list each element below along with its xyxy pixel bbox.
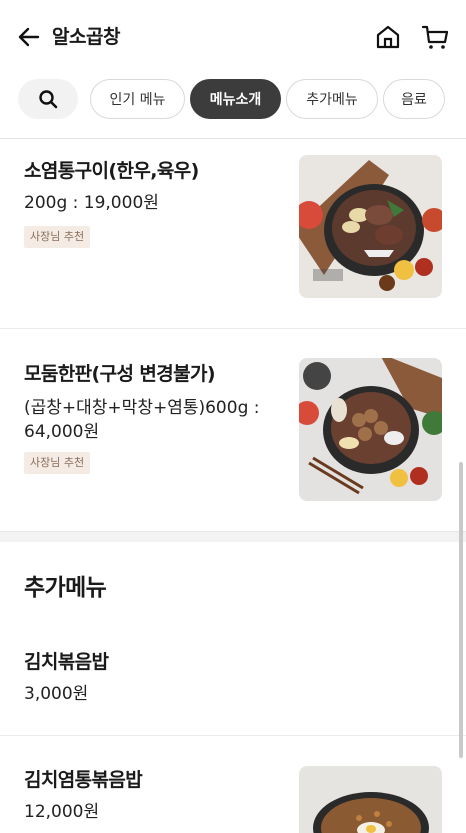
menu-item-name: 모둠한판(구성 변경불가) (24, 363, 216, 385)
app-header: 알소곱창 (0, 0, 466, 76)
chip-label: 메뉴소개 (209, 92, 262, 108)
menu-item[interactable]: 김치염통볶음밥 12,000원 (0, 736, 466, 833)
menu-item-name: 김치염통볶음밥 (24, 769, 143, 791)
chip-drinks[interactable]: 음료 (383, 79, 445, 119)
category-chip-bar: 인기 메뉴 메뉴소개 추가메뉴 음료 (0, 76, 466, 136)
menu-item-price: 200g : 19,000원 (24, 193, 159, 213)
scrollbar[interactable] (459, 462, 463, 758)
arrow-left-icon (18, 27, 40, 47)
search-button[interactable] (18, 79, 78, 119)
recommend-badge: 사장님 추천 (24, 452, 91, 474)
menu-item[interactable]: 모둠한판(구성 변경불가) (곱창+대창+막창+염통)600g : 64,000… (0, 329, 466, 531)
back-button[interactable] (16, 24, 42, 50)
chip-extra-menu[interactable]: 추가메뉴 (286, 79, 378, 119)
chip-popular-menu[interactable]: 인기 메뉴 (90, 79, 185, 119)
page-title: 알소곱창 (52, 26, 120, 48)
menu-item-photo[interactable] (299, 155, 442, 298)
section-title-extra-menu: 추가메뉴 (24, 575, 107, 601)
home-icon (376, 25, 400, 49)
menu-item-name: 소염통구이(한우,육우) (24, 160, 199, 182)
chip-label: 인기 메뉴 (109, 92, 166, 108)
search-icon (39, 90, 58, 109)
home-button[interactable] (374, 23, 402, 51)
menu-item[interactable]: 소염통구이(한우,육우) 200g : 19,000원 사장님 추천 (0, 139, 466, 328)
cart-icon (421, 25, 449, 49)
menu-item-photo[interactable] (299, 766, 442, 833)
menu-item-price: 12,000원 (24, 802, 100, 822)
menu-item-name: 김치볶음밥 (24, 651, 109, 673)
menu-item-price: (곱창+대창+막창+염통)600g : 64,000원 (24, 398, 260, 442)
chip-label: 추가메뉴 (306, 92, 358, 108)
menu-item-price: 3,000원 (24, 684, 89, 704)
cart-button[interactable] (421, 23, 449, 51)
section-gap (0, 531, 466, 542)
chip-label: 음료 (401, 92, 427, 108)
recommend-badge: 사장님 추천 (24, 226, 91, 248)
menu-item[interactable]: 김치볶음밥 3,000원 (0, 630, 466, 735)
chip-menu-intro[interactable]: 메뉴소개 (190, 79, 281, 119)
menu-item-photo[interactable] (299, 358, 442, 501)
